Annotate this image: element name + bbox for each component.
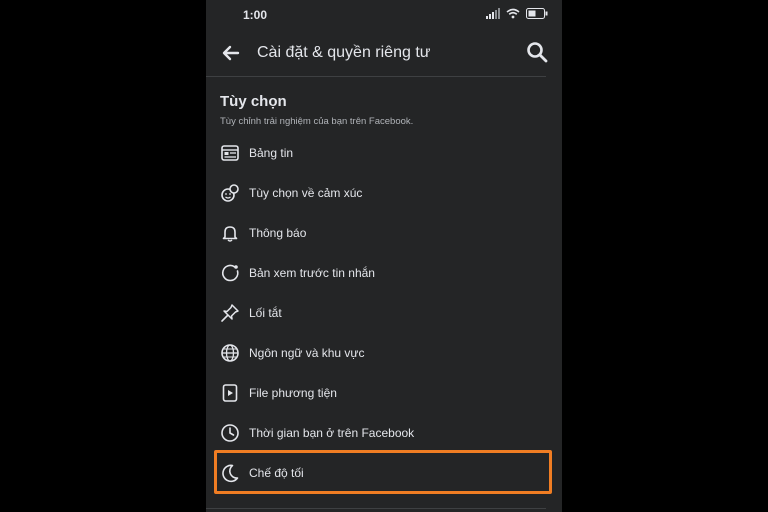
menu-item-reactions[interactable]: Tùy chọn về cảm xúc [206,173,562,213]
menu-item-label: Bảng tin [249,146,294,160]
menu-item-news-feed[interactable]: Bảng tin [206,133,562,173]
menu-item-media[interactable]: File phương tiện [206,373,562,413]
status-icons [486,8,548,19]
menu-item-label: Lối tắt [249,306,282,320]
wifi-icon [506,8,520,19]
menu-item-language-region[interactable]: Ngôn ngữ và khu vực [206,333,562,373]
menu-item-label: Thông báo [249,226,307,240]
battery-icon [526,8,548,19]
menu-item-label: Bản xem trước tin nhắn [249,266,375,280]
status-bar: 1:00 [206,0,562,30]
menu-item-label: File phương tiện [249,386,337,400]
pin-icon [220,303,240,323]
menu-item-notifications[interactable]: Thông báo [206,213,562,253]
message-preview-icon [220,263,240,283]
search-button[interactable] [526,41,548,63]
media-icon [220,383,240,403]
search-icon [527,42,548,63]
menu-item-label: Thời gian bạn ở trên Facebook [249,426,415,440]
reactions-icon [220,183,240,203]
moon-icon [220,463,240,483]
menu-item-label: Chế độ tối [249,466,304,480]
globe-icon [220,343,240,363]
menu-item-label: Tùy chọn về cảm xúc [249,186,363,200]
menu-item-label: Ngôn ngữ và khu vực [249,346,365,360]
section-subtitle: Tùy chỉnh trải nghiệm của bạn trên Faceb… [220,116,414,127]
back-arrow-icon [222,45,240,61]
phone-screen: 1:00 Cài đặt & quyền riêng tư Tùy chọn T… [206,0,562,512]
menu-item-dark-mode[interactable]: Chế độ tối [206,453,562,493]
page-title: Cài đặt & quyền riêng tư [257,44,431,61]
bell-icon [220,223,240,243]
app-header: Cài đặt & quyền riêng tư [206,30,562,76]
bottom-divider [206,508,546,509]
signal-icon [486,8,500,19]
clock-icon [220,423,240,443]
menu-item-shortcuts[interactable]: Lối tắt [206,293,562,333]
menu-item-message-preview[interactable]: Bản xem trước tin nhắn [206,253,562,293]
back-button[interactable] [220,42,242,64]
news-feed-icon [220,143,240,163]
section-title: Tùy chọn [220,93,287,110]
header-divider [206,76,546,77]
preferences-menu: Bảng tin Tùy chọn về cảm xúc Thông báo B… [206,133,562,493]
status-time: 1:00 [243,8,268,22]
menu-item-time-on-facebook[interactable]: Thời gian bạn ở trên Facebook [206,413,562,453]
